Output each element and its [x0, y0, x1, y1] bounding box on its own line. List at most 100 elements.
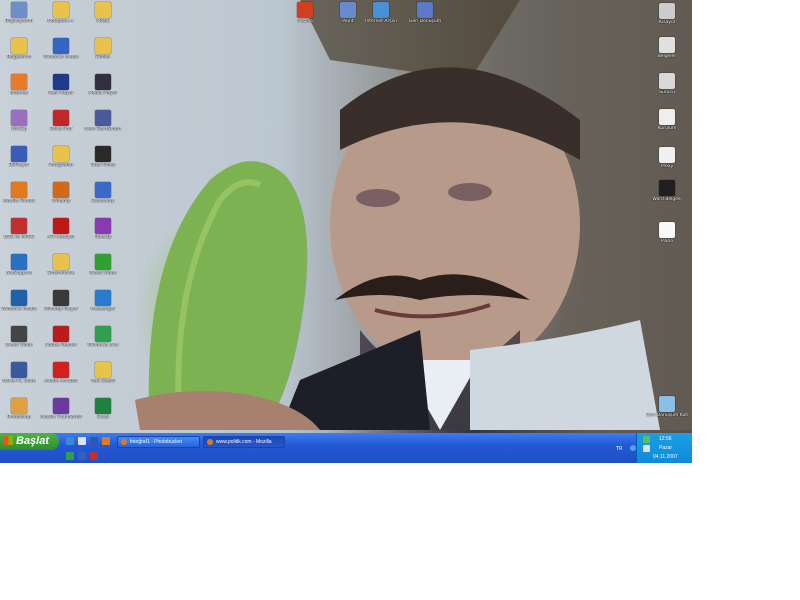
- desktop-icon[interactable]: Geri Dönüşüm: [404, 2, 446, 24]
- application-icon: [53, 74, 69, 90]
- desktop-icon[interactable]: Proxy: [646, 147, 688, 169]
- desktop-icon[interactable]: Mozilla Firefox: [0, 182, 40, 204]
- application-icon: [659, 180, 675, 196]
- desktop-icon[interactable]: Kurulum: [646, 109, 688, 131]
- desktop-icon[interactable]: Winamp Player: [40, 290, 82, 312]
- desktop-icon[interactable]: Piano: [646, 222, 688, 244]
- desktop-icon[interactable]: Mozilla Thunderbird: [40, 398, 82, 420]
- desktop-icon[interactable]: Belgeler: [646, 37, 688, 59]
- desktop-icon[interactable]: ATI Catalyst: [40, 218, 82, 240]
- desktop-icon[interactable]: Word Belgesi: [646, 180, 688, 202]
- application-icon: [53, 218, 69, 234]
- application-icon: [53, 326, 69, 342]
- application-icon: [659, 147, 675, 163]
- desktop-icon[interactable]: Müzik: [82, 2, 124, 24]
- desktop-icon[interactable]: NetSupport: [0, 254, 40, 276]
- ie-quicklaunch-icon[interactable]: [66, 437, 74, 445]
- language-indicator[interactable]: TR: [616, 446, 623, 452]
- media-player-quicklaunch-icon[interactable]: [90, 437, 98, 445]
- desktop-icon[interactable]: Windows Media: [40, 38, 82, 60]
- application-icon: [659, 396, 675, 412]
- desktop-icon[interactable]: Media Player: [82, 74, 124, 96]
- desktop-icon[interactable]: Bootcamp: [82, 182, 124, 204]
- desktop-icon[interactable]: Yeni Klasör: [82, 362, 124, 384]
- application-icon: [95, 74, 111, 90]
- windows-logo-icon: [4, 436, 13, 445]
- video-quicklaunch-icon[interactable]: [90, 452, 98, 460]
- desktop-icon[interactable]: Windows Media: [0, 290, 40, 312]
- desktop-icon-label: Total Video: [90, 163, 116, 168]
- desktop-icon[interactable]: Adobe Reader: [40, 326, 82, 348]
- desktop-icon-label: Windows Media: [43, 55, 79, 60]
- desktop-icon[interactable]: Adobe Acrobat: [40, 362, 82, 384]
- desktop-icon[interactable]: Notepad++: [40, 2, 82, 24]
- desktop-icon-label: Geri Dönüşüm: [408, 19, 442, 24]
- desktop-icon[interactable]: BSPlayer: [0, 146, 40, 168]
- desktop-icon[interactable]: Kısayol: [646, 3, 688, 25]
- network-tray-icon[interactable]: [643, 436, 650, 443]
- clock-date[interactable]: 04.11.2007: [653, 454, 678, 460]
- application-icon: [417, 2, 433, 18]
- desktop-icon[interactable]: Total Video: [82, 146, 124, 168]
- application-icon: [659, 3, 675, 19]
- application-icon: [11, 290, 27, 306]
- messenger-quicklaunch-icon[interactable]: [66, 452, 74, 460]
- desktop-icon[interactable]: Edius Prof: [40, 110, 82, 132]
- desktop-icon[interactable]: SmartMovie: [40, 254, 82, 276]
- desktop-icon[interactable]: Ulead Video: [0, 326, 40, 348]
- show-desktop-icon[interactable]: [78, 437, 86, 445]
- start-button[interactable]: Başlat: [0, 433, 59, 450]
- application-icon: [95, 146, 111, 162]
- desktop-icon[interactable]: Internet: [0, 74, 40, 96]
- desktop-icon-label: SmartMovie: [47, 271, 75, 276]
- desktop-icon-label: Mozilla Firefox: [3, 199, 35, 204]
- desktop-icon-label: Real Player: [48, 91, 74, 96]
- desktop-icon[interactable]: Excel: [82, 398, 124, 420]
- desktop-icon[interactable]: Ulead Video: [82, 254, 124, 276]
- volume-tray-icon[interactable]: [643, 445, 650, 452]
- application-icon: [53, 2, 69, 18]
- desktop-icon[interactable]: Real Player: [40, 74, 82, 96]
- application-icon: [95, 110, 111, 126]
- desktop-icon[interactable]: TuneUp: [82, 218, 124, 240]
- clock-day[interactable]: Pazar: [659, 445, 672, 451]
- desktop-icon[interactable]: Internet Arşivi: [360, 2, 402, 24]
- desktop-icon[interactable]: DVD to MPEG: [0, 218, 40, 240]
- firefox-quicklaunch-icon[interactable]: [102, 437, 110, 445]
- application-icon: [53, 362, 69, 378]
- desktop-icon[interactable]: Belgelerim: [0, 38, 40, 60]
- desktop-icon-label: Internet Arşivi: [365, 19, 397, 24]
- taskbar-task-photobucket[interactable]: fotoğraf1 - Photobucket: [117, 436, 200, 448]
- application-icon: [95, 326, 111, 342]
- desktop-icon-label: Bootcamp: [91, 199, 115, 204]
- desktop-icon[interactable]: Fotoğraflar: [40, 146, 82, 168]
- desktop-icon[interactable]: Filmler: [82, 38, 124, 60]
- desktop-icon[interactable]: WinZip: [0, 110, 40, 132]
- application-icon: [659, 37, 675, 53]
- desktop-icon-label: Yeni Klasör: [90, 379, 116, 384]
- desktop-icon[interactable]: Nero StartSmart: [82, 110, 124, 132]
- application-icon: [11, 326, 27, 342]
- desktop-icon[interactable]: Windows Live: [82, 326, 124, 348]
- application-icon: [53, 146, 69, 162]
- desktop-icon-label: Ulead Video: [89, 271, 117, 276]
- desktop-icon-label: Bilgisayarım: [5, 19, 33, 24]
- taskbar-task-politik[interactable]: www.politik.com - Mozilla: [203, 436, 285, 448]
- outlook-quicklaunch-icon[interactable]: [78, 452, 86, 460]
- desktop-icon[interactable]: Geri Dönüşüm Kutusu: [646, 396, 688, 418]
- desktop-icon[interactable]: Nokia PC Suite: [0, 362, 40, 384]
- desktop-icon[interactable]: Messenger: [82, 290, 124, 312]
- application-icon: [11, 74, 27, 90]
- desktop-icon-label: Adobe Acrobat: [44, 379, 78, 384]
- clock-time[interactable]: 12:56: [659, 436, 672, 442]
- desktop-icon-label: Mozilla: [297, 19, 313, 24]
- desktop: Bilgisayarım Belgelerim Internet WinZip BSPl…: [0, 0, 692, 463]
- desktop-icon[interactable]: Mozilla: [284, 2, 326, 24]
- application-icon: [373, 2, 389, 18]
- desktop-icon[interactable]: Sürücü: [646, 73, 688, 95]
- desktop-icon[interactable]: Photoshop: [0, 398, 40, 420]
- desktop-icon[interactable]: Bilgisayarım: [0, 2, 40, 24]
- application-icon: [95, 398, 111, 414]
- application-icon: [95, 254, 111, 270]
- desktop-icon[interactable]: Winamp: [40, 182, 82, 204]
